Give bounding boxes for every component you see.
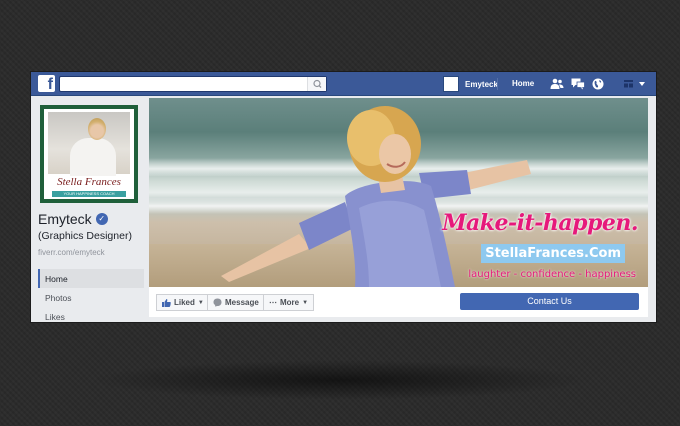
messages-icon[interactable] [571, 78, 585, 90]
profile-pic-name: Stella Frances [57, 176, 121, 188]
verified-badge-icon: ✓ [95, 213, 108, 225]
page-navigation: Home Photos Likes [38, 269, 144, 322]
page-title[interactable]: Emyteck [38, 211, 92, 227]
messenger-icon [213, 298, 222, 307]
page-category: (Graphics Designer) [38, 230, 132, 242]
cover-headline: Make-it-happen. [442, 210, 638, 236]
topbar-divider [497, 78, 498, 90]
page-action-bar: Liked ▼ Message ⋯ More ▼ Contact Us [149, 287, 648, 317]
liked-label: Liked [174, 298, 195, 307]
profile-picture[interactable]: Stella Frances YOUR HAPPINESS COACH [40, 105, 138, 203]
nav-item-likes[interactable]: Likes [38, 307, 144, 322]
nav-item-home[interactable]: Home [38, 269, 144, 288]
more-button[interactable]: ⋯ More ▼ [263, 294, 315, 311]
search-icon [313, 79, 322, 88]
message-button[interactable]: Message [207, 294, 265, 311]
settings-icon[interactable] [624, 80, 648, 89]
profile-pic-tagline: YOUR HAPPINESS COACH [52, 191, 126, 197]
facebook-logo-icon[interactable]: f [38, 75, 55, 92]
profile-picture-frame: Stella Frances YOUR HAPPINESS COACH [44, 109, 134, 199]
profile-shortcut[interactable]: Emyteck [443, 76, 498, 92]
globe-icon[interactable] [592, 78, 604, 90]
cover-website: StellaFrances.Com [481, 244, 625, 263]
more-dots-icon: ⋯ [269, 298, 277, 307]
top-navigation-bar: f Emyteck Home [31, 72, 656, 96]
chevron-down-icon: ▼ [197, 299, 204, 306]
page-name-row: Emyteck ✓ [38, 211, 108, 227]
nav-item-photos[interactable]: Photos [38, 288, 144, 307]
thumbs-up-icon [162, 298, 171, 307]
profile-photo [48, 112, 130, 176]
liked-button[interactable]: Liked ▼ [156, 294, 210, 311]
profile-name: Emyteck [465, 79, 498, 89]
profile-photo-person [70, 138, 116, 176]
search-input[interactable] [59, 76, 327, 92]
profile-photo-head [88, 118, 106, 140]
home-link[interactable]: Home [512, 79, 534, 88]
avatar [443, 76, 459, 92]
cover-photo[interactable]: Make-it-happen. StellaFrances.Com laught… [149, 98, 648, 287]
search-button[interactable] [307, 77, 326, 91]
window-shadow [90, 360, 590, 400]
cover-subline: laughter - confidence - happiness [468, 269, 636, 280]
more-label: More [280, 298, 300, 307]
facebook-page-window: f Emyteck Home Stella Frances YOUR HAPPI… [31, 72, 656, 322]
message-label: Message [225, 298, 259, 307]
chevron-down-icon: ▼ [302, 299, 309, 306]
friends-icon[interactable] [550, 78, 564, 90]
page-username[interactable]: fiverr.com/emyteck [38, 248, 105, 257]
page-sidebar: Stella Frances YOUR HAPPINESS COACH Emyt… [31, 97, 148, 322]
contact-us-button[interactable]: Contact Us [460, 293, 639, 310]
